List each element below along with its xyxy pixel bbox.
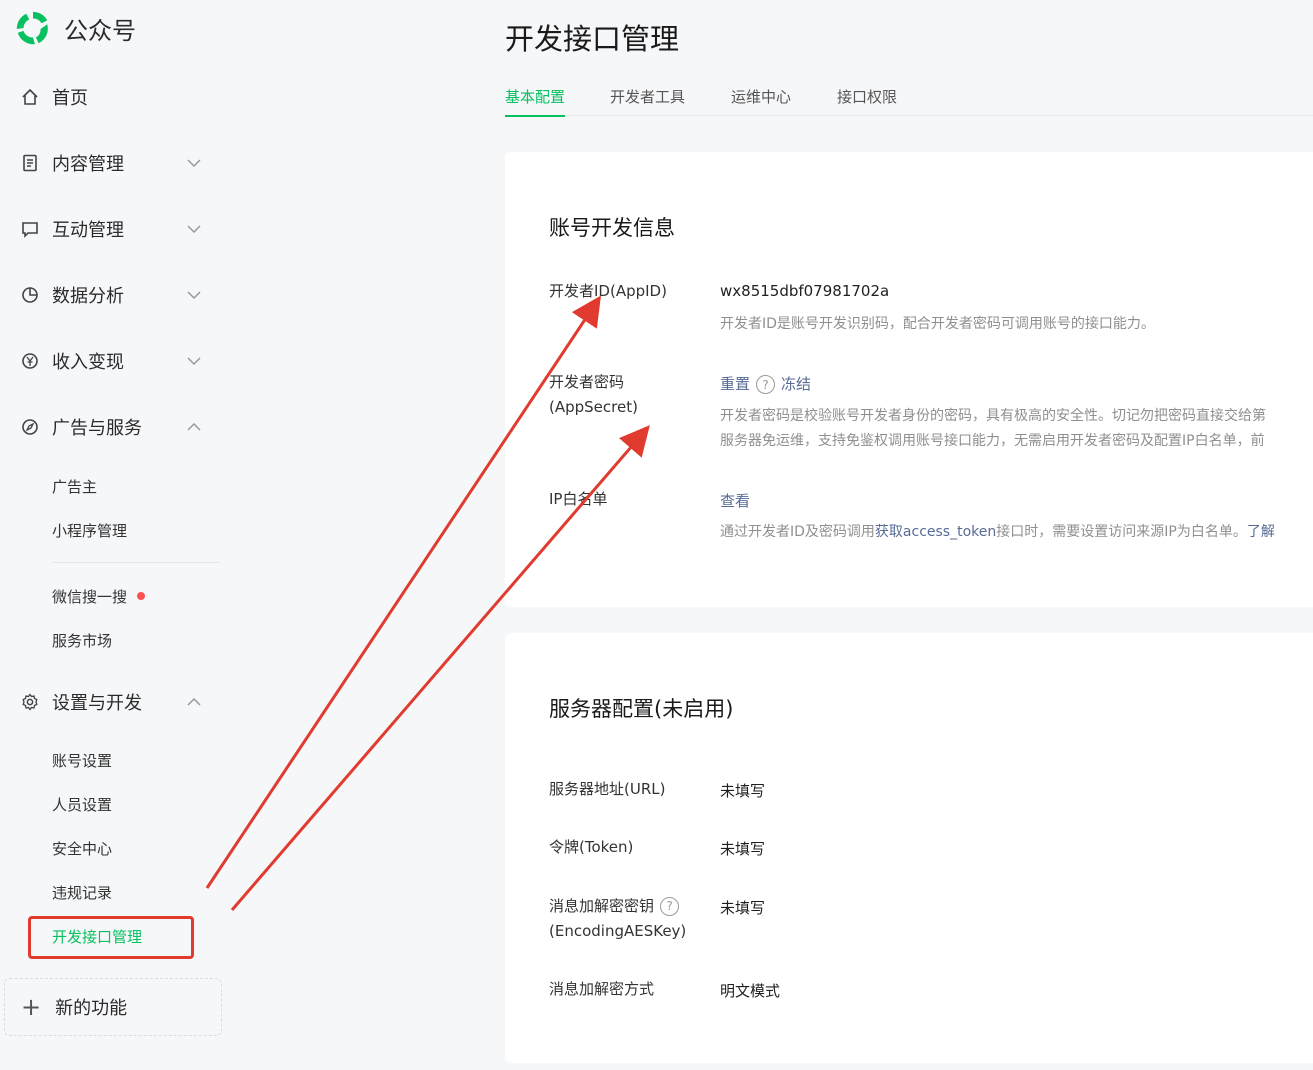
encryption-mode-label: 消息加解密方式 — [549, 980, 655, 998]
freeze-secret-link[interactable]: 冻结 — [781, 375, 811, 393]
sidebar-item-settings-dev[interactable]: 设置与开发 — [0, 682, 220, 722]
yen-icon — [20, 351, 40, 371]
aes-key-label-text: (EncodingAESKey) — [549, 922, 687, 940]
tab-interface-permissions[interactable]: 接口权限 — [837, 86, 897, 115]
token-label: 令牌(Token) — [549, 838, 634, 856]
help-icon[interactable]: ? — [660, 897, 680, 916]
reset-secret-link[interactable]: 重置 — [720, 375, 750, 393]
ip-desc-text: 接口时，需要设置访问来源IP为白名单。 — [996, 524, 1247, 540]
brand-name: 公众号 — [64, 16, 136, 45]
appsecret-description-1: 开发者密码是校验账号开发者身份的密码，具有极高的安全性。切记勿把密码直接交给第 — [720, 408, 1266, 424]
server-url-label: 服务器地址(URL) — [549, 780, 666, 798]
notification-dot — [137, 592, 146, 600]
sidebar-item-interaction[interactable]: 互动管理 — [0, 209, 220, 249]
annotation-highlight-box — [28, 916, 194, 959]
sidebar-item-label: 广告与服务 — [52, 418, 142, 439]
sidebar-subitem-mini-program[interactable]: 小程序管理 — [52, 516, 127, 544]
sidebar-item-label: 设置与开发 — [52, 693, 142, 714]
pie-chart-icon — [20, 285, 40, 305]
sidebar-item-revenue[interactable]: 收入变现 — [0, 341, 220, 381]
access-token-link[interactable]: 获取access_token — [875, 524, 996, 540]
brand[interactable]: 公众号 — [14, 8, 136, 48]
sidebar-item-ads-services[interactable]: 广告与服务 — [0, 407, 220, 447]
sidebar-subitem-advertiser[interactable]: 广告主 — [52, 472, 97, 500]
ip-whitelist-view-link[interactable]: 查看 — [720, 490, 750, 511]
sidebar-subitem-violation-records[interactable]: 违规记录 — [52, 878, 112, 906]
sidebar-item-analytics[interactable]: 数据分析 — [0, 275, 220, 315]
learn-more-link[interactable]: 了解 — [1247, 524, 1275, 540]
aes-key-label: 消息加解密密钥? (EncodingAESKey) — [549, 894, 694, 944]
appid-description: 开发者ID是账号开发识别码，配合开发者密码可调用账号的接口能力。 — [720, 316, 1155, 332]
sidebar-item-label: 互动管理 — [52, 220, 124, 241]
dev-info-card: 账号开发信息 开发者ID(AppID) wx8515dbf07981702a 开… — [505, 152, 1313, 607]
server-config-title: 服务器配置(未启用) — [549, 697, 734, 721]
tab-basic-config[interactable]: 基本配置 — [505, 86, 566, 117]
sidebar-item-label: 收入变现 — [52, 352, 124, 373]
aes-key-label-text: 消息加解密密钥 — [549, 897, 655, 915]
sidebar: 公众号 首页 内容管理 互动管理 数据分析 收入变现 广告与服务 广告主 小程序… — [0, 0, 232, 1070]
sidebar-item-label: 首页 — [52, 88, 88, 109]
document-icon — [20, 153, 40, 173]
chevron-up-icon[interactable] — [186, 694, 202, 710]
sidebar-divider — [52, 562, 220, 563]
chevron-down-icon[interactable] — [186, 155, 202, 171]
new-feature-label: 新的功能 — [55, 998, 128, 1019]
wechat-official-account-logo-icon — [16, 11, 48, 45]
sidebar-item-label: 内容管理 — [52, 154, 124, 175]
ip-desc-text: 通过开发者ID及密码调用 — [720, 524, 875, 540]
dev-info-title: 账号开发信息 — [549, 216, 675, 240]
chevron-down-icon[interactable] — [186, 353, 202, 369]
ip-whitelist-label: IP白名单 — [549, 490, 608, 508]
sidebar-subitem-staff-settings[interactable]: 人员设置 — [52, 790, 112, 818]
server-config-card: 服务器配置(未启用) 服务器地址(URL) 未填写 令牌(Token) 未填写 … — [505, 633, 1313, 1063]
sidebar-subitem-label: 微信搜一搜 — [52, 587, 128, 606]
chevron-down-icon[interactable] — [186, 221, 202, 237]
encryption-mode-value: 明文模式 — [720, 982, 781, 1000]
appid-value: wx8515dbf07981702a — [720, 282, 890, 300]
server-url-value: 未填写 — [720, 782, 766, 800]
sidebar-item-home[interactable]: 首页 — [0, 77, 220, 117]
gear-icon — [20, 692, 40, 712]
page-title: 开发接口管理 — [505, 22, 680, 56]
appsecret-label: 开发者密码(AppSecret) — [549, 373, 638, 416]
appid-label: 开发者ID(AppID) — [549, 282, 667, 300]
help-icon[interactable]: ? — [756, 375, 776, 394]
sidebar-subitem-security-center[interactable]: 安全中心 — [52, 834, 112, 862]
sidebar-subitem-account-settings[interactable]: 账号设置 — [52, 746, 112, 774]
chevron-up-icon[interactable] — [186, 419, 202, 435]
new-feature-button[interactable]: + 新的功能 — [4, 978, 222, 1036]
appsecret-actions: 重置? 冻结 — [720, 373, 811, 394]
sidebar-item-content[interactable]: 内容管理 — [0, 143, 220, 183]
plus-icon: + — [21, 993, 42, 1021]
compass-icon — [20, 417, 40, 437]
ip-whitelist-description: 通过开发者ID及密码调用获取access_token接口时，需要设置访问来源IP… — [720, 520, 1275, 545]
tab-developer-tools[interactable]: 开发者工具 — [610, 86, 685, 115]
sidebar-subitem-service-market[interactable]: 服务市场 — [52, 626, 112, 654]
chat-icon — [20, 219, 40, 239]
tab-bar: 基本配置 开发者工具 运维中心 接口权限 — [505, 86, 1313, 117]
sidebar-subitem-wechat-search[interactable]: 微信搜一搜 — [52, 582, 146, 610]
token-value: 未填写 — [720, 840, 766, 858]
home-icon — [20, 87, 40, 107]
aes-key-value: 未填写 — [720, 899, 766, 917]
sidebar-item-label: 数据分析 — [52, 286, 124, 307]
tab-ops-center[interactable]: 运维中心 — [731, 86, 791, 115]
appsecret-description-2: 服务器免运维，支持免鉴权调用账号接口能力，无需启用开发者密码及配置IP白名单，前 — [720, 433, 1265, 449]
chevron-down-icon[interactable] — [186, 287, 202, 303]
